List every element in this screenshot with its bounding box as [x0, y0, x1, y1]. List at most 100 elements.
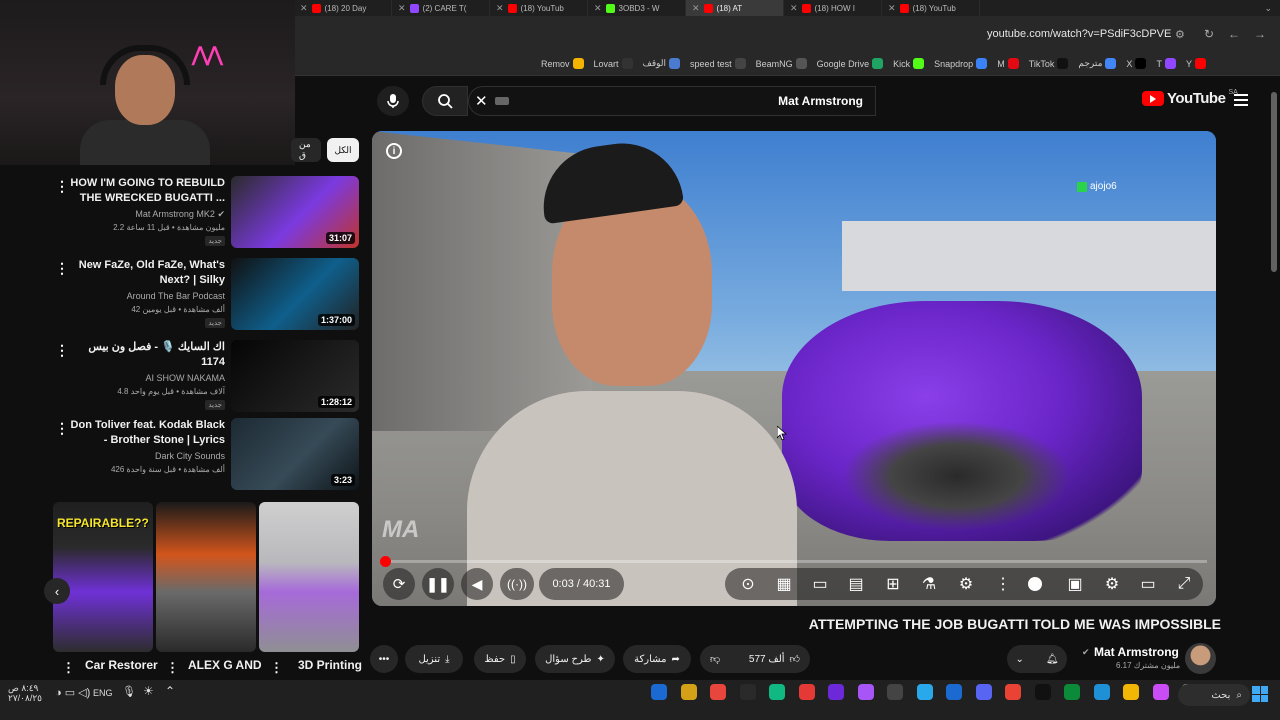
- bookmark-item[interactable]: Remov: [541, 58, 584, 69]
- gauntlet-icon[interactable]: [680, 684, 697, 700]
- settings-icon[interactable]: ⚙: [1099, 568, 1125, 600]
- recommended-video[interactable]: ⋮ Don Toliver feat. Kodak Black - Brother…: [45, 418, 365, 496]
- bookmark-item[interactable]: Y: [1186, 58, 1206, 69]
- forward-icon[interactable]: →: [1254, 27, 1266, 41]
- theater-icon[interactable]: ▭: [807, 568, 833, 600]
- chevron-left-icon[interactable]: ‹: [44, 578, 70, 604]
- windows-start-icon[interactable]: [1252, 686, 1268, 702]
- discord-icon[interactable]: [975, 684, 992, 700]
- share-button[interactable]: مشاركة ➦: [623, 645, 691, 673]
- short-label[interactable]: ALEX G AND: [188, 658, 262, 672]
- search-button[interactable]: [422, 86, 468, 116]
- rec-channel[interactable]: Dark City Sounds: [155, 451, 225, 461]
- rec-title[interactable]: HOW I'M GOING TO REBUILD THE WRECKED BUG…: [65, 176, 225, 206]
- terminal-icon[interactable]: [1034, 684, 1051, 700]
- close-tab-icon[interactable]: ✕: [398, 3, 406, 14]
- rec-thumbnail[interactable]: 1:37:00: [231, 258, 359, 330]
- clear-search-icon[interactable]: ✕: [475, 92, 488, 110]
- grid-icon[interactable]: [828, 684, 844, 700]
- app-icon[interactable]: [769, 684, 785, 700]
- twitch-icon[interactable]: [857, 684, 874, 700]
- page-scrollbar[interactable]: [1270, 82, 1278, 672]
- steam-icon[interactable]: [946, 684, 962, 700]
- menu-icon[interactable]: [1234, 94, 1248, 106]
- edge-icon[interactable]: [1093, 684, 1110, 700]
- bookmark-item[interactable]: Google Drive: [817, 58, 884, 69]
- chrome-icon[interactable]: [710, 684, 726, 700]
- short-label[interactable]: 3D Printing: [298, 658, 362, 672]
- epic-games-icon[interactable]: [739, 684, 756, 700]
- taskbar-search[interactable]: بحث ⌕: [1178, 684, 1250, 706]
- rec-title[interactable]: New FaZe, Old FaZe, What's Next? | Silky: [65, 258, 225, 288]
- browser-tab[interactable]: ✕ (18) HOW I: [784, 0, 882, 16]
- short-label[interactable]: Car Restorer: [85, 658, 158, 672]
- chip-from[interactable]: من ق: [291, 138, 321, 162]
- site-settings-icon[interactable]: ⚙: [1175, 28, 1185, 41]
- bookmark-item[interactable]: Kick: [893, 58, 925, 69]
- youtube-logo[interactable]: YouTube SA: [1142, 89, 1238, 107]
- chip-all[interactable]: الكل: [327, 138, 359, 162]
- short-card-1[interactable]: REPAIRABLE??: [53, 502, 153, 652]
- short-more-icon[interactable]: ⋮: [166, 660, 179, 676]
- cast-icon[interactable]: ▭: [1135, 568, 1161, 600]
- rec-title[interactable]: Don Toliver feat. Kodak Black - Brother …: [65, 418, 225, 448]
- save-button[interactable]: حفظ ▯: [474, 645, 526, 673]
- browser-tab[interactable]: ✕ 3OBD3 - W: [588, 0, 686, 16]
- voice-search-button[interactable]: [377, 86, 409, 116]
- progress-scrubber[interactable]: [380, 556, 391, 567]
- browser-tab[interactable]: ✕ (18) 20 Day: [294, 0, 392, 16]
- browser-tab[interactable]: ✕ (2) CARE T(: [392, 0, 490, 16]
- subtitles-icon[interactable]: ▣: [1062, 568, 1088, 600]
- brightness-icon[interactable]: ☀: [143, 684, 154, 698]
- close-tab-icon[interactable]: ✕: [594, 3, 602, 14]
- capcut-icon[interactable]: [887, 684, 903, 700]
- clip-icon[interactable]: ▦: [771, 568, 797, 600]
- extension-gear-icon[interactable]: ⚙: [953, 568, 979, 600]
- clock[interactable]: ٨:٤٩ ص ٢٧/٠٨/٢٥: [8, 683, 42, 703]
- channel-name[interactable]: Mat Armstrong: [1094, 645, 1179, 659]
- short-card-3[interactable]: [259, 502, 359, 652]
- subscribed-button[interactable]: ⌄ 🔔︎: [1007, 645, 1067, 673]
- language-indicator[interactable]: ENG: [93, 688, 113, 698]
- bookmark-item[interactable]: X: [1126, 58, 1147, 69]
- miniplayer-icon[interactable]: ▤: [843, 568, 869, 600]
- browser-tab[interactable]: ✕ (18) YouTub: [490, 0, 588, 16]
- more-actions-button[interactable]: •••: [370, 645, 398, 673]
- rec-channel[interactable]: Mat Armstrong MK2 ✔: [135, 209, 225, 220]
- store-icon[interactable]: [1005, 684, 1021, 700]
- close-tab-icon[interactable]: ✕: [888, 3, 896, 14]
- progress-bar[interactable]: [380, 556, 1207, 567]
- close-tab-icon[interactable]: ✕: [692, 3, 700, 14]
- short-card-2[interactable]: [156, 502, 256, 652]
- bookmark-item[interactable]: BeamNG: [756, 58, 807, 69]
- audio-track-button[interactable]: ((·)): [500, 568, 534, 600]
- recommended-video[interactable]: ⋮ HOW I'M GOING TO REBUILD THE WRECKED BU…: [45, 176, 365, 254]
- like-icon[interactable]: 👍︎: [790, 653, 800, 665]
- labs-icon[interactable]: ⚗: [916, 568, 942, 600]
- dislike-icon[interactable]: 👎︎: [710, 653, 720, 665]
- opera-icon[interactable]: [798, 684, 815, 700]
- channel-avatar[interactable]: [1185, 643, 1216, 674]
- download-button[interactable]: تنزيل ⤓: [405, 645, 463, 673]
- bookmark-item[interactable]: TikTok: [1029, 58, 1069, 69]
- back-icon[interactable]: ←: [1228, 27, 1240, 41]
- search-input[interactable]: ✕ Mat Armstrong: [468, 86, 876, 116]
- keyboard-icon[interactable]: [495, 97, 509, 105]
- rec-channel[interactable]: AI SHOW NAKAMA: [145, 373, 225, 383]
- file-explorer-icon[interactable]: [1123, 684, 1139, 700]
- bookmark-item[interactable]: الوقف: [643, 58, 681, 69]
- bookmark-item[interactable]: Lovart: [594, 58, 633, 69]
- volume-button[interactable]: ◀: [461, 568, 493, 600]
- recommended-video[interactable]: ⋮ اك السايك 🎙️ - فصل ون بيس 1174 AI SHOW N…: [45, 340, 365, 418]
- reload-icon[interactable]: ↻: [1204, 27, 1214, 41]
- rec-thumbnail[interactable]: 3:23: [231, 418, 359, 490]
- info-icon[interactable]: i: [386, 143, 402, 159]
- notification-icons[interactable]: ◑ ▭ ◁): [55, 686, 90, 699]
- recommended-video[interactable]: ⋮ New FaZe, Old FaZe, What's Next? | Silk…: [45, 258, 365, 336]
- close-tab-icon[interactable]: ✕: [496, 3, 504, 14]
- short-more-icon[interactable]: ⋮: [270, 660, 283, 676]
- steam-icon[interactable]: [651, 684, 667, 700]
- copilot-icon[interactable]: [1152, 684, 1169, 700]
- short-more-icon[interactable]: ⋮: [62, 660, 75, 676]
- scrollbar-thumb[interactable]: [1271, 92, 1277, 272]
